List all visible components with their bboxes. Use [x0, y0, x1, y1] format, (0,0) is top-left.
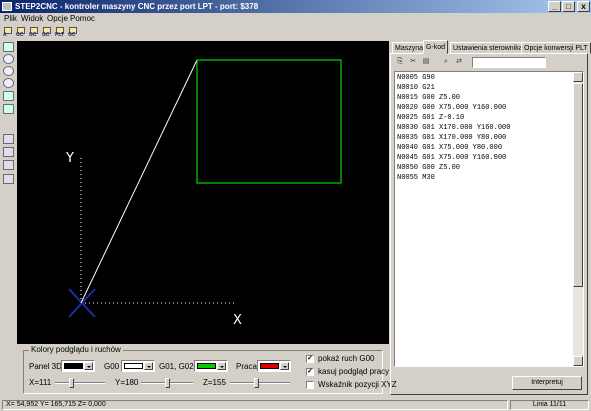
view-side-cube-icon[interactable]: [3, 147, 14, 157]
colors-groupbox-title: Kolory podglądu i ruchów: [29, 345, 123, 355]
cut-icon[interactable]: ✂: [408, 57, 418, 67]
gcode-tab-page: ⎘ ✂ ▤ ⌕ ⇄ N0005 G90 N0010 G21 N0015 G00 …: [390, 53, 588, 395]
view-3d-cube-icon[interactable]: [3, 174, 14, 184]
chevron-down-icon: [280, 362, 289, 370]
scroll-thumb[interactable]: [573, 83, 583, 287]
open-file-button[interactable]: A: [2, 26, 14, 38]
gcode-line: N0025 G01 Z-0.10: [397, 114, 465, 122]
menu-widok[interactable]: Widok: [21, 14, 43, 24]
gcode-scrollbar[interactable]: [573, 72, 583, 366]
gcode-line: N0015 G00 Z5.00: [397, 94, 461, 102]
panel3d-color-select[interactable]: [61, 360, 95, 372]
view-front-cube-icon[interactable]: [3, 134, 14, 144]
g00-color-select[interactable]: [121, 360, 155, 372]
praca-color-swatch: [260, 363, 279, 369]
xyz-indicator-label: Wskaźnik pozycji XYZ: [318, 380, 397, 389]
work-path-rectangle: [196, 59, 342, 184]
open-gcode-2-button[interactable]: GC: [28, 26, 40, 38]
gcode-line: N0050 G00 Z5.00: [397, 164, 461, 172]
y-slider-thumb[interactable]: [165, 378, 170, 388]
g00-label: G00: [104, 362, 120, 371]
save-gcode-button[interactable]: GC: [67, 26, 79, 38]
x-slider-thumb[interactable]: [69, 378, 74, 388]
menu-pomoc[interactable]: Pomoc: [70, 14, 95, 24]
search-input[interactable]: [472, 57, 546, 68]
z-slider-thumb[interactable]: [254, 378, 259, 388]
clear-preview-checkbox[interactable]: ✓: [306, 368, 314, 376]
g01-color-select[interactable]: [194, 360, 228, 372]
open-plt-button[interactable]: PLT: [54, 26, 66, 38]
title-bar: STEP2CNC - kontroler maszyny CNC przez p…: [0, 0, 591, 13]
gcode-line: N0040 G01 X75.000 Y80.000: [397, 144, 503, 152]
view-iso-cube-icon[interactable]: [3, 160, 14, 170]
rapid-move-line: [80, 59, 198, 304]
gcode-line: N0020 G00 X75.000 Y160.000: [397, 104, 507, 112]
zoom-fit-icon[interactable]: [3, 78, 14, 88]
panel3d-label: Panel 3D: [29, 362, 62, 371]
colors-panel: Kolory podglądu i ruchów Panel 3D G00 G0…: [17, 344, 397, 396]
grid-icon[interactable]: [3, 42, 14, 52]
show-g00-label: pokaż ruch G00: [318, 354, 375, 363]
gcode-line: N0010 G21: [397, 84, 435, 92]
view-tools: [0, 40, 16, 400]
menu-bar: Plik Widok Opcje Pomoc: [0, 13, 591, 25]
scroll-up-icon[interactable]: [573, 72, 583, 82]
chevron-down-icon: [217, 362, 226, 370]
maximize-button[interactable]: □: [562, 1, 575, 12]
window-title: STEP2CNC - kontroler maszyny CNC przez p…: [15, 2, 259, 11]
x-rotation-label: X=111: [29, 378, 52, 387]
g00-color-swatch: [124, 363, 143, 369]
x-rotation-slider[interactable]: [55, 378, 105, 388]
right-panel: Maszyna G-kod Ustawienia sterownika Opcj…: [390, 40, 591, 396]
gcode-line: N0045 G01 X75.000 Y160.000: [397, 154, 507, 162]
status-line: Linia 11/11: [510, 400, 589, 410]
close-button[interactable]: x: [577, 1, 590, 12]
g01-color-swatch: [197, 363, 216, 369]
pan-icon[interactable]: [3, 91, 14, 101]
xyz-indicator-checkbox[interactable]: [306, 381, 314, 389]
copy-icon[interactable]: ⎘: [395, 57, 405, 67]
clear-preview-label: kasuj podgląd pracy: [318, 367, 390, 376]
z-rotation-label: Z=155: [203, 378, 226, 387]
scroll-down-icon[interactable]: [573, 356, 583, 366]
menu-opcje[interactable]: Opcje: [47, 14, 68, 24]
app-icon: [2, 2, 12, 11]
menu-plik[interactable]: Plik: [4, 14, 17, 24]
panel3d-color-swatch: [64, 363, 83, 369]
praca-color-select[interactable]: [257, 360, 291, 372]
status-coordinates: X= 54,952 Y= 165,715 Z= 0,000: [2, 400, 508, 410]
open-gcode-button[interactable]: GC: [15, 26, 27, 38]
chevron-down-icon: [144, 362, 153, 370]
replace-icon[interactable]: ⇄: [454, 57, 464, 67]
toolbar: A GC GC GC PLT GC: [0, 25, 591, 38]
minimize-button[interactable]: _: [548, 1, 561, 12]
praca-label: Praca: [236, 362, 257, 371]
gcode-line: N0035 G01 X170.000 Y80.000: [397, 134, 507, 142]
gcode-line: N0055 M30: [397, 174, 435, 182]
chevron-down-icon: [84, 362, 93, 370]
gcode-editor[interactable]: N0005 G90 N0010 G21 N0015 G00 Z5.00 N002…: [394, 71, 584, 367]
y-rotation-label: Y=180: [115, 378, 139, 387]
toolpath-preview[interactable]: Y X: [17, 41, 389, 344]
zoom-in-icon[interactable]: [3, 54, 14, 64]
gcode-line: N0005 G90: [397, 74, 435, 82]
paste-icon[interactable]: ▤: [421, 57, 431, 67]
gcode-line: N0030 G01 X170.000 Y160.000: [397, 124, 511, 132]
status-bar: X= 54,952 Y= 165,715 Z= 0,000 Linia 11/1…: [0, 399, 591, 411]
zoom-out-icon[interactable]: [3, 66, 14, 76]
z-rotation-slider[interactable]: [230, 378, 290, 388]
origin-marker: [68, 288, 96, 318]
y-rotation-slider[interactable]: [141, 378, 193, 388]
view-top-icon[interactable]: [3, 104, 14, 114]
find-icon[interactable]: ⌕: [441, 57, 451, 67]
axis-x-label: X: [233, 313, 242, 328]
show-g00-checkbox[interactable]: ✓: [306, 355, 314, 363]
interpret-button[interactable]: Interpretuj: [512, 376, 582, 390]
tab-gkod[interactable]: G-kod: [423, 40, 449, 54]
open-gcode-3-button[interactable]: GC: [41, 26, 53, 38]
axis-y-label: Y: [65, 151, 74, 166]
